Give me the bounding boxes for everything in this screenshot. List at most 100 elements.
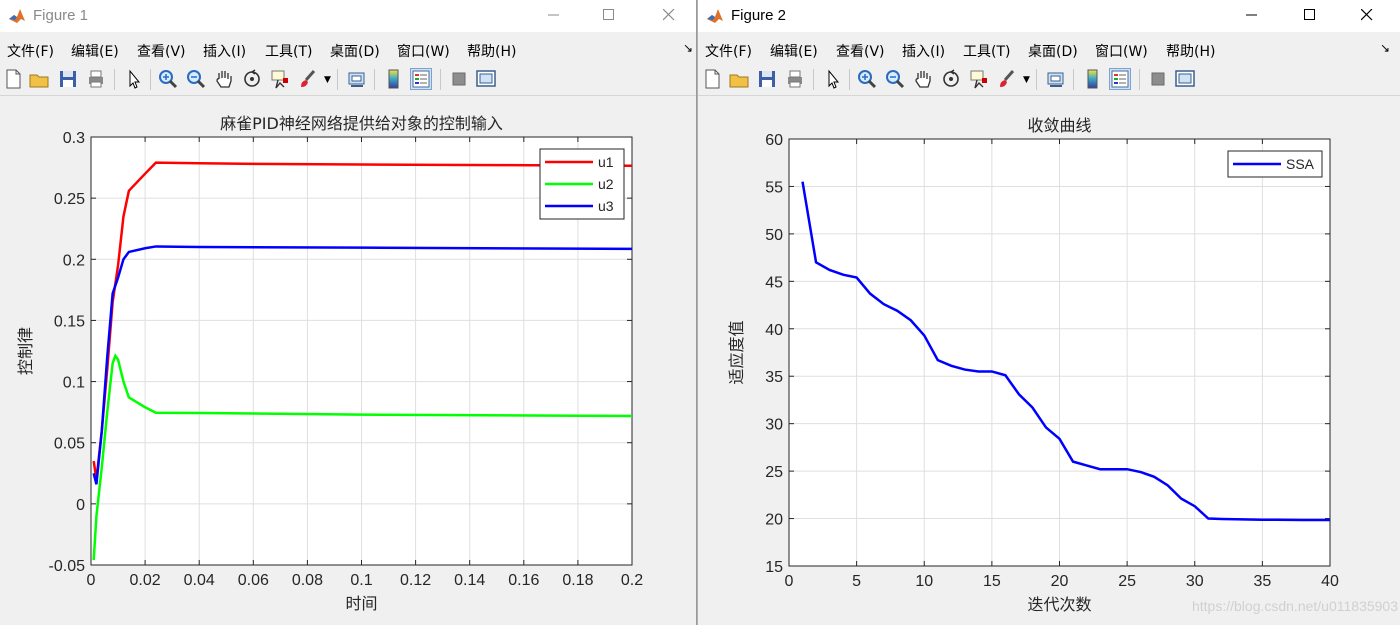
legend-label: u1 [598, 154, 614, 170]
window-title: Figure 1 [33, 7, 89, 24]
legend-label: SSA [1286, 156, 1315, 172]
minimize-button[interactable] [1228, 0, 1278, 32]
open-folder-icon [729, 74, 749, 88]
chart-title: 收敛曲线 [1027, 116, 1091, 135]
zoom-in-button[interactable] [157, 68, 179, 90]
brush-dropdown-icon[interactable]: ▼ [1023, 75, 1030, 85]
y-tick-label: 35 [765, 369, 783, 386]
x-axis-label: 迭代次数 [1027, 595, 1091, 614]
hand-icon [915, 71, 931, 88]
data-cursor-button[interactable] [968, 68, 990, 90]
convergence-plot[interactable]: 0 5 10 15 20 25 30 35 40 15 20 25 30 35 40 45 50 55 60 收敛曲线… [698, 96, 1400, 625]
dock-arrow-icon[interactable]: ↘ [683, 41, 693, 55]
print-button[interactable] [85, 68, 107, 90]
pan-button[interactable] [912, 68, 934, 90]
link-plot-button[interactable] [346, 68, 368, 90]
link-plot-icon [1047, 72, 1064, 87]
hide-plot-tools-button[interactable] [1147, 68, 1169, 90]
menu-tools[interactable]: 工具(T) [265, 41, 312, 61]
menu-view[interactable]: 查看(V) [836, 41, 885, 61]
maximize-button[interactable] [1286, 0, 1336, 32]
x-tick-label: 0.12 [400, 572, 431, 589]
brush-button[interactable] [297, 68, 319, 90]
menu-insert[interactable]: 插入(I) [902, 41, 945, 61]
x-tick-label: 0.08 [292, 572, 323, 589]
colorbar-icon [1087, 69, 1098, 89]
show-tools-icon [476, 70, 496, 87]
legend-button[interactable] [410, 68, 432, 90]
data-cursor-button[interactable] [269, 68, 291, 90]
edit-plot-button[interactable] [822, 68, 844, 90]
brush-dropdown-icon[interactable]: ▼ [324, 75, 331, 85]
y-tick-label: 0.05 [54, 436, 85, 453]
menu-file[interactable]: 文件(F) [7, 41, 54, 61]
menu-tools[interactable]: 工具(T) [963, 41, 1010, 61]
legend-button[interactable] [1109, 68, 1131, 90]
maximize-icon [1304, 9, 1315, 20]
x-tick-label: 0 [87, 572, 96, 589]
menu-help[interactable]: 帮助(H) [1166, 41, 1215, 61]
y-tick-label: 45 [765, 274, 783, 291]
pan-button[interactable] [213, 68, 235, 90]
close-button[interactable] [645, 0, 695, 32]
edit-plot-button[interactable] [123, 68, 145, 90]
menu-file[interactable]: 文件(F) [705, 41, 752, 61]
menu-view[interactable]: 查看(V) [137, 41, 186, 61]
menu-edit[interactable]: 编辑(E) [71, 41, 119, 61]
figure-toolbar: ▼ [0, 64, 696, 96]
open-file-button[interactable] [728, 68, 750, 90]
y-tick-label: 55 [765, 179, 783, 196]
x-axis-label: 时间 [345, 594, 377, 613]
maximize-button[interactable] [585, 0, 635, 32]
y-tick-label: 0.25 [54, 191, 85, 208]
hide-plot-tools-button[interactable] [448, 68, 470, 90]
title-bar[interactable]: Figure 2 [698, 0, 1400, 32]
menu-window[interactable]: 窗口(W) [1095, 41, 1148, 61]
x-tick-label: 0.14 [454, 572, 485, 589]
save-icon [759, 71, 775, 87]
x-tick-label: 0.2 [621, 572, 643, 589]
rotate-3d-button[interactable] [241, 68, 263, 90]
colorbar-button[interactable] [383, 68, 405, 90]
close-button[interactable] [1343, 0, 1393, 32]
save-button[interactable] [57, 68, 79, 90]
zoom-out-button[interactable] [884, 68, 906, 90]
show-plot-tools-button[interactable] [1174, 68, 1196, 90]
matlab-icon [8, 7, 26, 25]
colorbar-button[interactable] [1082, 68, 1104, 90]
dock-arrow-icon[interactable]: ↘ [1380, 41, 1390, 55]
rotate-3d-button[interactable] [940, 68, 962, 90]
maximize-icon [603, 9, 614, 20]
print-button[interactable] [784, 68, 806, 90]
x-tick-label: 20 [1051, 573, 1069, 590]
minimize-button[interactable] [530, 0, 580, 32]
new-figure-button[interactable] [701, 68, 723, 90]
brush-button[interactable] [996, 68, 1018, 90]
menu-desktop[interactable]: 桌面(D) [330, 41, 380, 61]
figure-toolbar: ▼ [698, 64, 1400, 96]
x-tick-label: 25 [1118, 573, 1136, 590]
close-icon [663, 9, 675, 21]
arrow-pointer-icon [828, 69, 840, 89]
new-figure-button[interactable] [2, 68, 24, 90]
save-button[interactable] [756, 68, 778, 90]
menu-window[interactable]: 窗口(W) [397, 41, 450, 61]
open-file-button[interactable] [28, 68, 50, 90]
zoom-out-button[interactable] [185, 68, 207, 90]
zoom-in-button[interactable] [856, 68, 878, 90]
menu-edit[interactable]: 编辑(E) [770, 41, 818, 61]
x-tick-label: 0.06 [238, 572, 269, 589]
link-plot-button[interactable] [1045, 68, 1067, 90]
title-bar[interactable]: Figure 1 [0, 0, 696, 32]
y-tick-label: 30 [765, 417, 783, 434]
menu-insert[interactable]: 插入(I) [203, 41, 246, 61]
control-input-plot[interactable]: 0 0.02 0.04 0.06 0.08 0.1 0.12 0.14 0.16 0.18 0.2 -… [0, 96, 697, 625]
menu-desktop[interactable]: 桌面(D) [1028, 41, 1078, 61]
menu-help[interactable]: 帮助(H) [467, 41, 516, 61]
y-tick-label: 40 [765, 322, 783, 339]
show-plot-tools-button[interactable] [475, 68, 497, 90]
new-file-icon [705, 69, 720, 89]
y-axis-label: 控制律 [16, 327, 35, 375]
x-tick-label: 0.16 [508, 572, 539, 589]
brush-icon [1000, 70, 1015, 87]
